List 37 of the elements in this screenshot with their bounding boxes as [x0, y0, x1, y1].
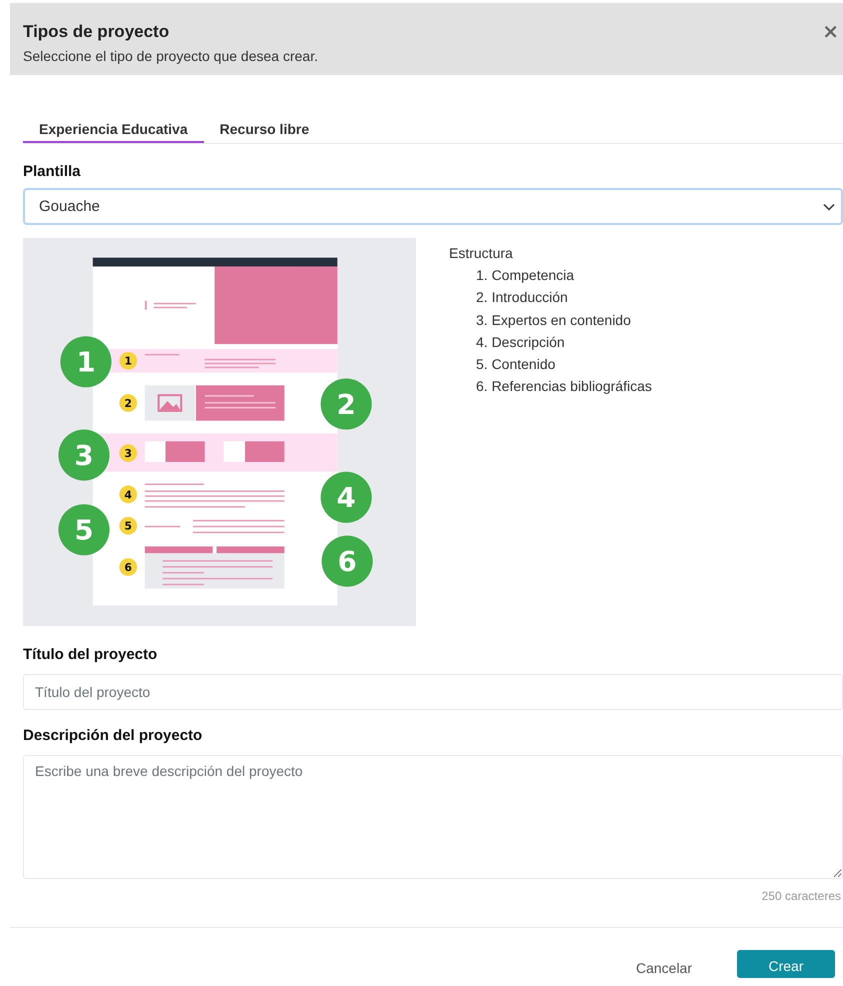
structure-item: 3. Expertos en contenido	[475, 310, 632, 330]
structure-item: 1. Competencia	[475, 266, 576, 285]
structure-heading: Estructura	[449, 244, 514, 263]
close-button[interactable]: ×	[818, 21, 843, 41]
section-number-badge: 2	[119, 394, 137, 412]
title-input[interactable]: Título del proyecto	[23, 674, 843, 710]
dialog-subtitle: Seleccione el tipo de proyecto que desea crear.	[23, 48, 318, 64]
tab[interactable]: Recurso libre	[204, 107, 326, 143]
image-icon	[158, 394, 182, 412]
template-select[interactable]: Gouache	[23, 188, 843, 225]
structure-item: 5. Contenido	[475, 355, 556, 374]
tab[interactable]: Experiencia Educativa	[23, 107, 204, 143]
section-number-badge: 3	[119, 444, 137, 462]
callout-number-badge: 5	[58, 504, 110, 556]
dialog-title: Tipos de proyecto	[23, 22, 170, 42]
field-label: Título del proyecto	[23, 646, 158, 663]
callout-number-badge: 6	[322, 536, 373, 587]
callout-number-badge: 3	[58, 430, 110, 481]
section-number-badge: 4	[119, 486, 137, 504]
callout-number-badge: 4	[320, 472, 372, 523]
description-textarea[interactable]: Escribe una breve descripción del proyecto	[23, 755, 843, 879]
cancel-button[interactable]: Cancelar	[634, 950, 694, 978]
field-label: Plantilla	[23, 163, 82, 180]
card-block	[144, 441, 205, 462]
callout-number-badge: 2	[320, 378, 372, 430]
field-label: Descripción del proyecto	[23, 727, 204, 744]
card-block	[223, 441, 284, 462]
create-button[interactable]: Crear	[737, 950, 835, 978]
callout-number-badge: 1	[60, 336, 112, 388]
section-number-badge: 1	[119, 352, 137, 370]
structure-item: 4. Descripción	[475, 332, 566, 352]
character-counter: 250 caracteres	[760, 889, 842, 903]
section-number-badge: 5	[119, 516, 137, 535]
structure-item: 6. Referencias bibliográficas	[475, 377, 652, 396]
structure-item: 2. Introducción	[475, 288, 569, 308]
section-number-badge: 6	[119, 558, 137, 576]
chevron-down-icon	[823, 202, 835, 210]
